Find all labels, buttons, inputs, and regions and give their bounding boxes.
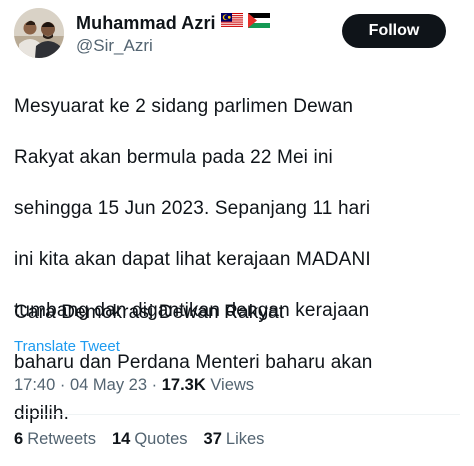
avatar-image	[14, 8, 64, 58]
translate-tweet-link[interactable]: Translate Tweet	[14, 338, 120, 355]
likes-count: 37	[203, 430, 222, 448]
retweets-label: Retweets	[27, 430, 96, 448]
malaysia-flag-icon	[220, 13, 243, 33]
tweet-card: Muhammad Azri @Sir_Azri Follow Mesyuarat…	[0, 0, 474, 466]
tweet-text-line: sehingga 15 Jun 2023. Sepanjang 11 hari	[14, 197, 371, 219]
author-display-name[interactable]: Muhammad Azri	[76, 13, 216, 34]
meta-separator: ·	[151, 376, 162, 394]
author-info: Muhammad Azri @Sir_Azri	[76, 12, 270, 56]
tweet-text-footer: Cara Demokrasi Dewan Rakyat	[14, 302, 285, 323]
views-label: Views	[210, 376, 255, 394]
avatar[interactable]	[14, 8, 64, 58]
quotes-label: Quotes	[134, 430, 188, 448]
retweets-count: 6	[14, 430, 24, 448]
meta-separator: ·	[59, 376, 70, 394]
tweet-text-line: Rakyat akan bermula pada 22 Mei ini	[14, 146, 333, 168]
palestine-flag-icon	[247, 13, 270, 33]
follow-button[interactable]: Follow	[342, 14, 446, 48]
engagement-stats: 6 Retweets 14 Quotes 37 Likes	[14, 430, 280, 449]
tweet-meta: 17:40 · 04 May 23 · 17.3K Views	[14, 376, 254, 395]
likes-label: Likes	[225, 430, 265, 448]
likes-stat[interactable]: 37 Likes	[204, 430, 265, 449]
tweet-header: Muhammad Azri @Sir_Azri Follow	[14, 8, 460, 60]
tweet-text-line: ini kita akan dapat lihat kerajaan MADAN…	[14, 249, 371, 271]
divider	[14, 414, 460, 415]
tweet-text-line: Mesyuarat ke 2 sidang parlimen Dewan	[14, 95, 354, 117]
tweet-time[interactable]: 17:40	[14, 376, 55, 394]
author-handle[interactable]: @Sir_Azri	[76, 36, 270, 56]
display-name-row: Muhammad Azri	[76, 12, 270, 34]
quotes-count: 14	[111, 430, 131, 448]
quotes-stat[interactable]: 14 Quotes	[112, 430, 188, 449]
tweet-date[interactable]: 04 May 23	[70, 376, 147, 394]
retweets-stat[interactable]: 6 Retweets	[14, 430, 96, 449]
views-count: 17.3K	[161, 376, 206, 394]
